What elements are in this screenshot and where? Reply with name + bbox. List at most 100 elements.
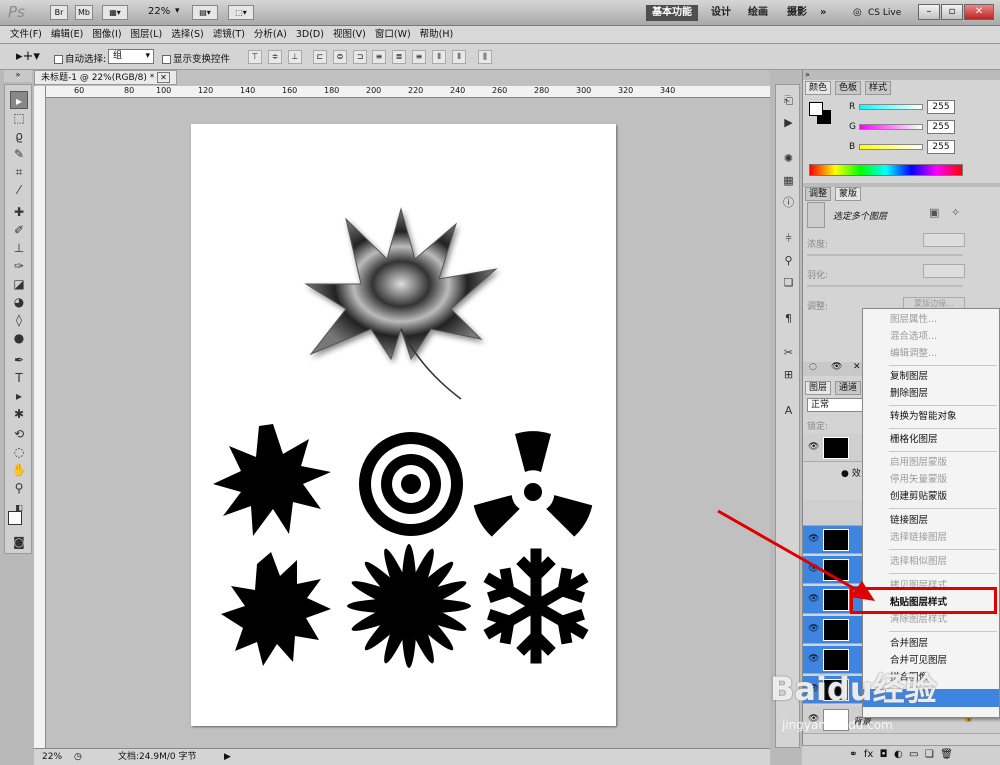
distribute-left-icon[interactable]: ⫴	[432, 50, 446, 64]
info-panel-icon[interactable]: ⓘ	[781, 195, 796, 210]
dodge-tool-icon[interactable]: ●	[10, 329, 28, 347]
menu-help[interactable]: 帮助(H)	[420, 26, 454, 44]
screen-mode-icon[interactable]: ⬚▾	[228, 5, 254, 20]
close-document-icon[interactable]: ✕	[157, 72, 170, 83]
vector-mask-icon[interactable]: ✧	[951, 206, 960, 219]
visibility-toggle-icon[interactable]: 👁	[831, 362, 842, 372]
foreground-color-swatch[interactable]	[8, 511, 22, 525]
masks-panel-icon[interactable]: ⚲	[781, 253, 796, 268]
layer-row[interactable]: 👁	[803, 434, 863, 462]
tab-masks[interactable]: 蒙版	[835, 187, 862, 201]
menu-item-merge-layers[interactable]: 合并图层	[863, 635, 999, 652]
trash-icon[interactable]: 🗑	[940, 749, 953, 760]
red-value-input[interactable]: 255	[927, 100, 955, 114]
menu-item-edit-adjustment[interactable]: 编辑调整...	[863, 345, 999, 362]
healing-brush-tool-icon[interactable]: ✚	[10, 203, 28, 221]
menu-image[interactable]: 图像(I)	[92, 26, 121, 44]
3d-camera-tool-icon[interactable]: ◌	[10, 443, 28, 461]
auto-select-checkbox[interactable]: 自动选择:	[54, 51, 106, 65]
distribute-right-icon[interactable]: ⫴	[452, 50, 466, 64]
menu-3d[interactable]: 3D(D)	[296, 26, 324, 44]
workspace-photography[interactable]: 摄影	[781, 5, 813, 21]
quick-select-tool-icon[interactable]: ✎	[10, 145, 28, 163]
load-selection-icon[interactable]: ◌	[809, 362, 817, 372]
menu-item-delete-layer[interactable]: 删除图层	[863, 385, 999, 402]
path-select-tool-icon[interactable]: ▸	[10, 387, 28, 405]
blue-value-input[interactable]: 255	[927, 140, 955, 154]
color-spectrum-ramp[interactable]	[809, 164, 963, 176]
menu-item-select-linked-layers[interactable]: 选择链接图层	[863, 529, 999, 546]
workspace-painting[interactable]: 绘画	[742, 5, 774, 21]
more-workspaces-button[interactable]: »	[814, 5, 832, 21]
actions-panel-icon[interactable]: ▶	[781, 115, 796, 130]
eye-icon[interactable]: 👁	[808, 654, 819, 664]
type-tool-icon[interactable]: T	[10, 369, 28, 387]
menu-item-disable-vector-mask[interactable]: 停用矢量蒙版	[863, 471, 999, 488]
3d-rotate-tool-icon[interactable]: ⟲	[10, 425, 28, 443]
layer-effects-row[interactable]: ● 效	[841, 466, 861, 479]
menu-window[interactable]: 窗口(W)	[375, 26, 411, 44]
workspace-essentials[interactable]: 基本功能	[646, 5, 698, 21]
align-right-icon[interactable]: ⊐	[353, 50, 367, 64]
crop-tool-icon[interactable]: ⌗	[10, 163, 28, 181]
chevron-down-icon[interactable]: ▾	[175, 6, 180, 16]
pen-tool-icon[interactable]: ✒	[10, 351, 28, 369]
zoom-level-select[interactable]: 22%	[148, 6, 170, 17]
brushes-panel-icon[interactable]: ✺	[781, 151, 796, 166]
red-slider[interactable]	[859, 104, 923, 110]
menu-item-create-clipping-mask[interactable]: 创建剪贴蒙版	[863, 488, 999, 505]
tab-swatches[interactable]: 色板	[835, 81, 862, 95]
restore-button[interactable]: ▫	[941, 4, 963, 20]
align-top-icon[interactable]: ⊤	[248, 50, 262, 64]
align-hcenter-icon[interactable]: ⊜	[333, 50, 347, 64]
history-brush-tool-icon[interactable]: ✑	[10, 257, 28, 275]
menu-item-enable-layer-mask[interactable]: 启用图层蒙版	[863, 454, 999, 471]
history-panel-icon[interactable]: ⎗	[781, 93, 796, 108]
menu-item-blending-options[interactable]: 混合选项...	[863, 328, 999, 345]
menu-layer[interactable]: 图层(L)	[131, 26, 163, 44]
marquee-tool-icon[interactable]: ⬚	[10, 109, 28, 127]
cs-live-button[interactable]: CS Live	[868, 8, 901, 18]
menu-view[interactable]: 视图(V)	[333, 26, 366, 44]
distribute-bottom-icon[interactable]: ≡	[412, 50, 426, 64]
minimize-button[interactable]: –	[918, 4, 940, 20]
link-layers-icon[interactable]: ⚭	[849, 749, 857, 760]
menu-item-select-similar-layers[interactable]: 选择相似图层	[863, 553, 999, 570]
status-info-icon[interactable]: ◷	[74, 749, 82, 765]
blur-tool-icon[interactable]: ◊	[10, 311, 28, 329]
fx-icon[interactable]: fx	[864, 749, 873, 760]
blend-mode-dropdown[interactable]: 正常	[807, 398, 863, 412]
workspace-design[interactable]: 设计	[705, 5, 737, 21]
menu-item-layer-properties[interactable]: 图层属性...	[863, 311, 999, 328]
quick-mask-icon[interactable]: ◙	[10, 533, 28, 551]
menu-item-link-layers[interactable]: 链接图层	[863, 512, 999, 529]
menu-edit[interactable]: 编辑(E)	[51, 26, 83, 44]
color-panel-foreground-swatch[interactable]	[809, 102, 823, 116]
align-left-icon[interactable]: ⊏	[313, 50, 327, 64]
status-menu-arrow-icon[interactable]: ▶	[224, 749, 231, 765]
move-tool-preset-icon[interactable]: ▸+▾	[16, 49, 40, 64]
character-panel-icon[interactable]: A	[781, 403, 796, 418]
new-layer-icon[interactable]: ❏	[925, 749, 934, 760]
checkbox-icon[interactable]	[54, 55, 63, 64]
menu-item-convert-smart-object[interactable]: 转换为智能对象	[863, 408, 999, 425]
pixel-mask-icon[interactable]: ▣	[929, 206, 939, 219]
document-canvas[interactable]	[191, 124, 616, 726]
move-tool-icon[interactable]: ▸	[10, 91, 28, 109]
hand-tool-icon[interactable]: ✋	[10, 461, 28, 479]
layer-comps-panel-icon[interactable]: ❏	[781, 275, 796, 290]
tab-channels[interactable]: 通道	[835, 381, 862, 395]
tool-presets-panel-icon[interactable]: ✂	[781, 345, 796, 360]
brush-tool-icon[interactable]: ✐	[10, 221, 28, 239]
adjustment-layer-icon[interactable]: ◐	[894, 749, 903, 760]
view-extras-icon[interactable]: ▦▾	[102, 5, 128, 20]
show-transform-checkbox[interactable]: 显示变换控件	[162, 51, 230, 65]
close-button[interactable]: ✕	[964, 4, 994, 20]
green-slider[interactable]	[859, 124, 923, 130]
auto-select-target-dropdown[interactable]: 组 ▾	[108, 49, 154, 64]
tab-styles[interactable]: 样式	[865, 81, 892, 95]
new-group-icon[interactable]: ▭	[909, 749, 918, 760]
tab-color[interactable]: 颜色	[805, 81, 832, 95]
eye-icon[interactable]: 👁	[808, 624, 819, 634]
eraser-tool-icon[interactable]: ◪	[10, 275, 28, 293]
